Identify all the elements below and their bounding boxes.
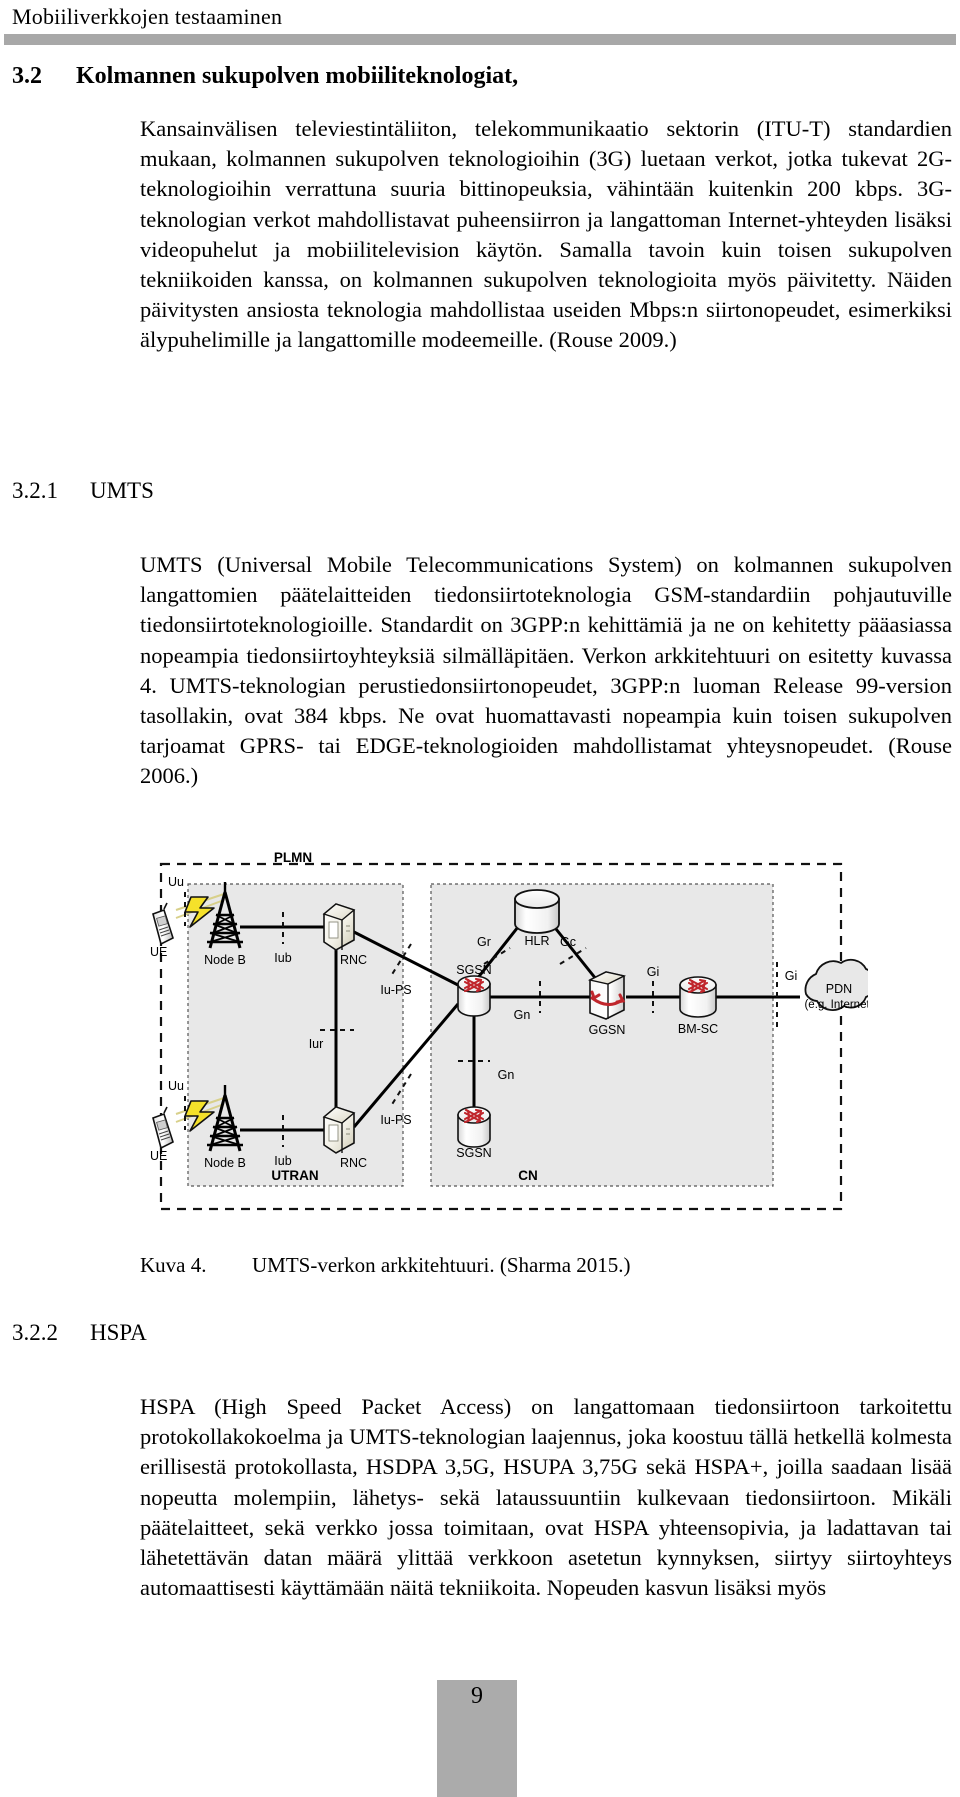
figure-umts-network-architecture: PLMN UE UE Node B Node B RNC RNC SGSN SG… — [128, 852, 868, 1244]
node-pdn-sublabel: (e.g. Internet) — [804, 999, 868, 1011]
heading-3-2-title: Kolmannen sukupolven mobiiliteknologiat, — [76, 63, 519, 89]
zone-utran-label: UTRAN — [271, 1168, 318, 1183]
node-hlr — [514, 889, 560, 934]
node-ue-bottom-label: UE — [150, 1149, 167, 1163]
paragraph-3-2-1-body: UMTS (Universal Mobile Telecommunication… — [140, 552, 952, 789]
iface-gn-top-label: Gn — [514, 1008, 531, 1022]
iface-gr-label: Gr — [477, 935, 491, 949]
iface-iups-top-label: Iu-PS — [380, 983, 411, 997]
node-rnc-top — [322, 903, 356, 951]
heading-3-2: 3.2 Kolmannen sukupolven mobiiliteknologi… — [12, 63, 518, 90]
node-sgsn-top-label: SGSN — [456, 963, 491, 977]
header-rule — [4, 34, 956, 45]
iface-gn-bottom-label: Gn — [498, 1068, 515, 1082]
iface-iups-bottom-label: Iu-PS — [380, 1113, 411, 1127]
zone-cn-label: CN — [518, 1168, 538, 1183]
node-bmsc — [679, 976, 717, 1018]
paragraph-3-2-2-body: HSPA (High Speed Packet Access) on langa… — [140, 1394, 952, 1601]
node-bmsc-label: BM-SC — [678, 1022, 718, 1036]
zone-utran-box — [187, 883, 404, 1187]
iface-uu-bottom-label: Uu — [168, 1079, 184, 1093]
heading-3-2-number: 3.2 — [12, 63, 42, 89]
node-sgsn-top — [457, 975, 491, 1017]
heading-3-2-1-number: 3.2.1 — [12, 478, 58, 503]
node-ggsn — [587, 971, 627, 1020]
figure-caption: Kuva 4. UMTS-verkon arkkitehtuuri. (Sharm… — [140, 1253, 631, 1278]
iface-iub-bottom-label: Iub — [274, 1154, 291, 1168]
heading-3-2-1-title: UMTS — [90, 478, 154, 503]
node-rnc-bottom — [322, 1106, 356, 1154]
node-rnc-bottom-label: RNC — [340, 1156, 367, 1170]
iface-iub-top-label: Iub — [274, 951, 291, 965]
node-ue-top — [152, 902, 174, 946]
node-sgsn-bottom — [457, 1106, 491, 1148]
zone-plmn-label: PLMN — [274, 852, 312, 865]
node-ggsn-label: GGSN — [589, 1023, 626, 1037]
node-ue-top-label: UE — [150, 945, 167, 959]
running-header: Mobiiliverkkojen testaaminen — [12, 4, 283, 29]
iface-gc-label: Gc — [560, 935, 576, 949]
node-hlr-label: HLR — [524, 934, 549, 948]
heading-3-2-1: 3.2.1 UMTS — [12, 478, 154, 504]
heading-3-2-2: 3.2.2 HSPA — [12, 1320, 147, 1346]
paragraph-3-2-body: Kansainvälisen televiestintäliiton, tele… — [140, 116, 952, 353]
iface-iur-label: Iur — [309, 1037, 324, 1051]
page-number: 9 — [471, 1683, 483, 1709]
node-sgsn-bottom-label: SGSN — [456, 1146, 491, 1160]
node-nodeb-bottom-label: Node B — [204, 1156, 246, 1170]
iface-uu-top-label: Uu — [168, 875, 184, 889]
iface-gi-right-label: Gi — [785, 969, 798, 983]
node-ue-bottom — [152, 1106, 174, 1150]
heading-3-2-2-number: 3.2.2 — [12, 1320, 58, 1345]
node-rnc-top-label: RNC — [340, 953, 367, 967]
heading-3-2-2-title: HSPA — [90, 1320, 147, 1345]
iface-gi-left-label: Gi — [647, 965, 660, 979]
node-nodeb-top-label: Node B — [204, 953, 246, 967]
figure-caption-text: UMTS-verkon arkkitehtuuri. (Sharma 2015.… — [252, 1253, 631, 1277]
figure-caption-number: Kuva 4. — [140, 1253, 207, 1277]
node-pdn-label: PDN — [826, 982, 852, 996]
